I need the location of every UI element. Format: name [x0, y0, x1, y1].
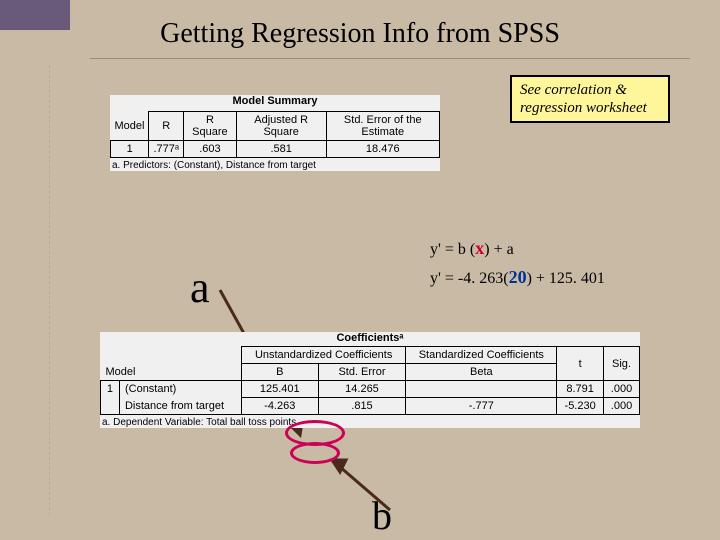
- r1-beta: [406, 381, 557, 398]
- cell-r: .777ᵃ: [149, 141, 184, 158]
- equation-block: y' = b (x) + a y' = -4. 263(20) + 125. 4…: [430, 238, 605, 288]
- eq2-pre: y' = -4. 263(: [430, 270, 509, 288]
- r1-sig: .000: [604, 381, 640, 398]
- label-a: a: [190, 262, 210, 313]
- eq2-post: ) + 125. 401: [527, 270, 605, 288]
- eq1-x: x: [475, 238, 484, 258]
- col-std: Standardized Coefficients: [406, 347, 557, 364]
- coef-footnote: a. Dependent Variable: Total ball toss p…: [100, 417, 640, 428]
- r1-b: 125.401: [241, 381, 318, 398]
- page-title: Getting Regression Info from SPSS: [0, 18, 720, 50]
- highlight-oval-slope: [290, 442, 340, 464]
- paper-edge: [0, 65, 50, 515]
- col-unstd: Unstandardized Coefficients: [241, 347, 405, 364]
- cell-model: 1: [111, 141, 149, 158]
- col-beta: Beta: [406, 364, 557, 381]
- r2-model: [101, 398, 120, 415]
- r2-t: -5.230: [557, 398, 604, 415]
- eq1-pre: y' = b (: [430, 241, 475, 259]
- col-model2: Model: [101, 347, 242, 381]
- label-b: b: [372, 492, 392, 539]
- callout-note: See correlation & regression worksheet: [510, 75, 670, 123]
- cell-adjrsq: .581: [236, 141, 326, 158]
- r2-beta: -.777: [406, 398, 557, 415]
- r2-se: .815: [318, 398, 406, 415]
- summary-footnote: a. Predictors: (Constant), Distance from…: [110, 160, 440, 171]
- col-model: Model: [111, 112, 149, 141]
- coefficients-title: Coefficientsᵃ: [100, 332, 640, 344]
- r1-name: (Constant): [119, 381, 241, 398]
- equation-template: y' = b (x) + a: [430, 238, 605, 259]
- col-r: R: [149, 112, 184, 141]
- r2-name: Distance from target: [119, 398, 241, 415]
- model-summary-title: Model Summary: [110, 95, 440, 107]
- r1-model: 1: [101, 381, 120, 398]
- col-adjrsq: Adjusted R Square: [236, 112, 326, 141]
- r2-sig: .000: [604, 398, 640, 415]
- coefficients-block: Coefficientsᵃ Model Unstandardized Coeff…: [100, 332, 640, 428]
- r1-t: 8.791: [557, 381, 604, 398]
- model-summary-table: Model R R Square Adjusted R Square Std. …: [110, 111, 440, 158]
- cell-stderr: 18.476: [326, 141, 439, 158]
- eq1-mid: ) + a: [484, 241, 513, 259]
- col-rsq: R Square: [183, 112, 236, 141]
- cell-rsq: .603: [183, 141, 236, 158]
- equation-filled: y' = -4. 263(20) + 125. 401: [430, 267, 605, 288]
- col-se: Std. Error: [318, 364, 406, 381]
- r1-se: 14.265: [318, 381, 406, 398]
- eq2-num: 20: [509, 267, 527, 287]
- divider: [90, 58, 690, 59]
- col-stderr: Std. Error of the Estimate: [326, 112, 439, 141]
- col-b: B: [241, 364, 318, 381]
- model-summary-block: Model Summary Model R R Square Adjusted …: [110, 95, 440, 171]
- r2-b: -4.263: [241, 398, 318, 415]
- col-t: t: [557, 347, 604, 381]
- col-sig: Sig.: [604, 347, 640, 381]
- coefficients-table: Model Unstandardized Coefficients Standa…: [100, 346, 640, 415]
